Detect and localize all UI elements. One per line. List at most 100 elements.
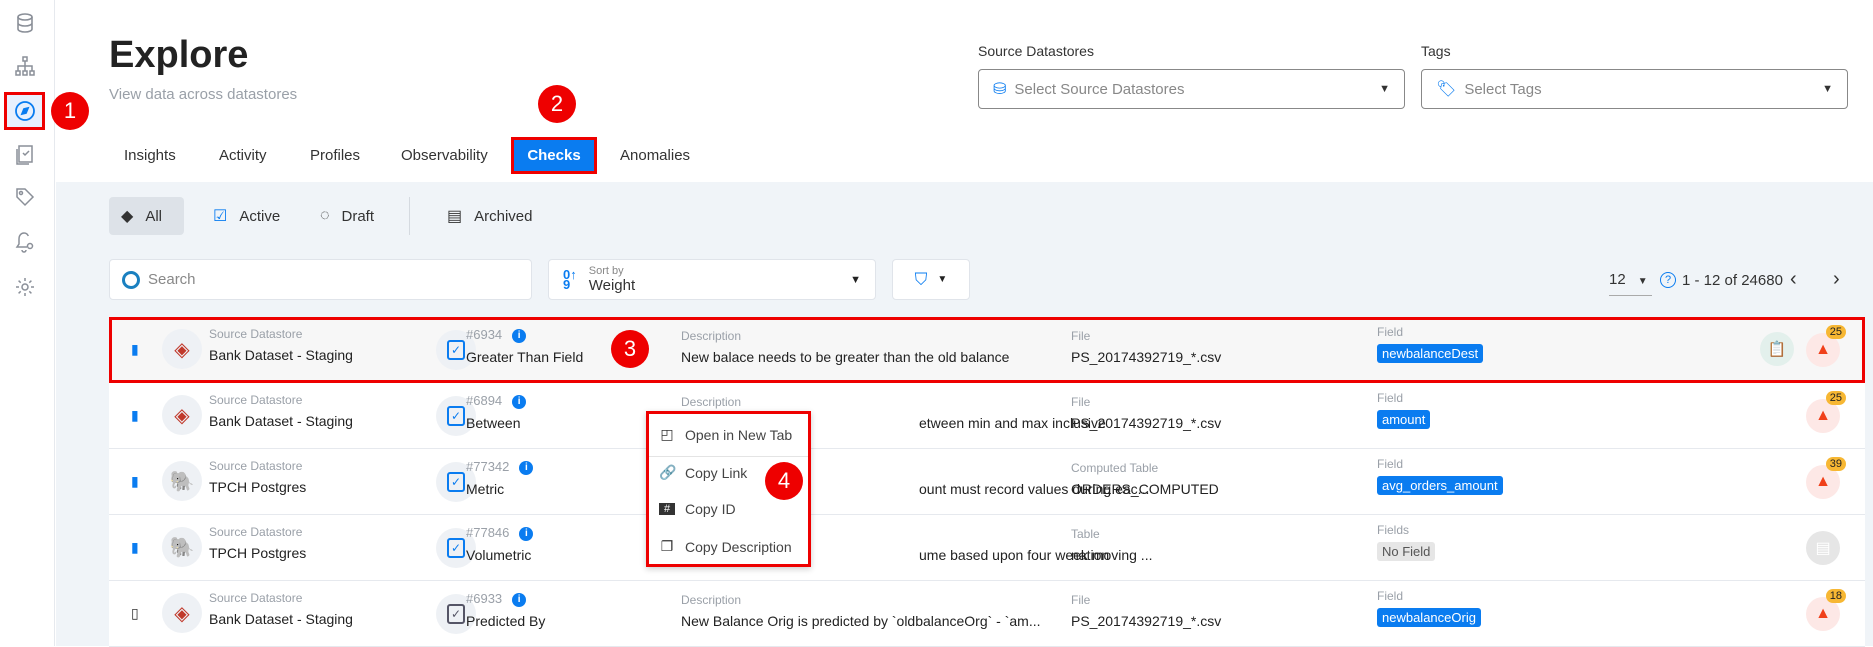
caret-down-icon: ▼ bbox=[1822, 83, 1833, 95]
gear-icon[interactable] bbox=[13, 275, 37, 299]
field-chip[interactable]: No Field bbox=[1377, 542, 1436, 561]
caret-down-icon: ▼ bbox=[1379, 83, 1390, 95]
prev-page-button[interactable]: ‹ bbox=[1790, 268, 1797, 291]
status-tab-active[interactable]: ☑ Active bbox=[201, 197, 292, 235]
bookmark-icon[interactable]: ▮ bbox=[131, 539, 139, 556]
hash-icon: # bbox=[659, 503, 675, 515]
filter-icon: ⛉ bbox=[914, 269, 928, 289]
menu-item-copy-link[interactable]: 🔗 Copy Link bbox=[659, 464, 747, 481]
field-cell: Field newbalanceOrig bbox=[1377, 589, 1481, 627]
bookmark-icon[interactable]: ▯ bbox=[131, 605, 139, 622]
check-name[interactable]: Metric bbox=[466, 481, 533, 497]
info-icon[interactable]: i bbox=[519, 460, 534, 475]
bookmark-icon[interactable]: ▮ bbox=[131, 473, 139, 490]
field-chip[interactable]: avg_orders_amount bbox=[1377, 476, 1503, 495]
bookmark-icon[interactable]: ▮ bbox=[131, 341, 139, 358]
menu-item-copy-id[interactable]: # Copy ID bbox=[659, 501, 736, 517]
annotation-badge-2: 2 bbox=[538, 85, 576, 123]
tab-anomalies[interactable]: Anomalies bbox=[620, 147, 690, 164]
search-input[interactable]: Search bbox=[109, 259, 532, 300]
description-value: New balace needs to be greater than the … bbox=[681, 349, 1010, 365]
check-cell: #6933 i Predicted By bbox=[466, 591, 545, 629]
info-icon[interactable]: i bbox=[519, 526, 534, 541]
sidebar-item-explore[interactable] bbox=[4, 92, 45, 130]
source-datastores-select[interactable]: ⛁ Select Source Datastores ▼ bbox=[978, 69, 1405, 109]
layers-icon: ◆ bbox=[121, 208, 134, 225]
menu-divider bbox=[649, 456, 808, 457]
field-cell: Field newbalanceDest bbox=[1377, 325, 1484, 363]
check-id: #6934 bbox=[466, 327, 503, 342]
source-cell: Source Datastore Bank Dataset - Staging bbox=[209, 591, 353, 627]
check-name[interactable]: Volumetric bbox=[466, 547, 533, 563]
location-cell: Computed Table ORDERS_COMPUTED bbox=[1071, 461, 1219, 497]
tags-select[interactable]: 🏷 Select Tags ▼ bbox=[1421, 69, 1848, 109]
location-label: File bbox=[1071, 593, 1091, 607]
next-page-button[interactable]: › bbox=[1833, 268, 1840, 291]
tag-icon[interactable] bbox=[13, 185, 37, 209]
tab-observability[interactable]: Observability bbox=[401, 147, 488, 164]
table-row[interactable]: ▯ ◈ Source Datastore Bank Dataset - Stagi… bbox=[109, 581, 1865, 647]
page-size-select[interactable]: 12 ▼ bbox=[1609, 271, 1652, 296]
location-cell: File PS_20174392719_*.csv bbox=[1071, 395, 1221, 431]
menu-item-label: Open in New Tab bbox=[685, 426, 793, 443]
source-label: Source Datastore bbox=[209, 393, 303, 407]
sidebar bbox=[0, 0, 55, 646]
check-name[interactable]: Greater Than Field bbox=[466, 349, 583, 365]
bell-settings-icon[interactable] bbox=[13, 230, 37, 254]
table-row[interactable]: ▮ 🐘 Source Datastore TPCH Postgres ✓ #778… bbox=[109, 515, 1865, 581]
info-icon[interactable]: i bbox=[512, 394, 527, 409]
anomaly-alert-icon[interactable]: ▲ 25 bbox=[1806, 325, 1846, 367]
search-placeholder: Search bbox=[148, 271, 196, 288]
page-subtitle: View data across datastores bbox=[109, 86, 298, 103]
status-tab-all[interactable]: ◆ All bbox=[109, 197, 184, 235]
check-id: #6933 bbox=[466, 591, 503, 606]
clipboard-check-icon[interactable] bbox=[13, 142, 37, 166]
description-label: Description bbox=[681, 329, 742, 343]
tab-activity[interactable]: Activity bbox=[219, 147, 267, 164]
sort-select[interactable]: 0↑ 9 Sort by Weight ▼ bbox=[548, 259, 876, 300]
filter-button[interactable]: ⛉ ▼ bbox=[892, 259, 970, 300]
anomaly-alert-icon[interactable]: ▲ 18 bbox=[1806, 589, 1846, 631]
tab-checks[interactable]: Checks bbox=[511, 137, 597, 174]
location-value: nation bbox=[1071, 547, 1110, 563]
hierarchy-icon[interactable] bbox=[13, 54, 37, 78]
caret-down-icon: ▼ bbox=[850, 273, 861, 286]
source-value[interactable]: Bank Dataset - Staging bbox=[209, 347, 353, 363]
table-row[interactable]: ▮ ◈ Source Datastore Bank Dataset - Stagi… bbox=[109, 317, 1865, 383]
menu-item-copy-description[interactable]: ❐ Copy Description bbox=[659, 538, 792, 555]
status-tab-archived[interactable]: ▤ Archived bbox=[435, 197, 544, 235]
check-name[interactable]: Between bbox=[466, 415, 526, 431]
database-icon[interactable] bbox=[13, 11, 37, 35]
anomaly-alert-icon[interactable]: ▲ 25 bbox=[1806, 391, 1846, 433]
source-value[interactable]: TPCH Postgres bbox=[209, 479, 306, 495]
info-icon[interactable]: i bbox=[512, 592, 527, 607]
anomaly-alert-icon[interactable]: ▲ 39 bbox=[1806, 457, 1846, 499]
field-label: Field bbox=[1377, 325, 1404, 339]
source-value[interactable]: Bank Dataset - Staging bbox=[209, 413, 353, 429]
field-chip[interactable]: amount bbox=[1377, 410, 1431, 429]
tab-profiles[interactable]: Profiles bbox=[310, 147, 360, 164]
status-tab-draft[interactable]: ◌ Draft bbox=[308, 197, 386, 235]
menu-item-label: Copy ID bbox=[685, 501, 736, 517]
check-cell: #6934 i Greater Than Field bbox=[466, 327, 583, 365]
table-row[interactable]: ▮ ◈ Source Datastore Bank Dataset - Stagi… bbox=[109, 383, 1865, 449]
location-cell: Table nation bbox=[1071, 527, 1109, 563]
table-row[interactable]: ▮ 🐘 Source Datastore TPCH Postgres ✓ #773… bbox=[109, 449, 1865, 515]
caret-down-icon: ▼ bbox=[1637, 276, 1648, 287]
clipboard-check-icon[interactable]: 📋 bbox=[1760, 332, 1794, 366]
divider bbox=[409, 197, 410, 235]
source-cell: Source Datastore TPCH Postgres bbox=[209, 459, 306, 495]
tags-label: Tags bbox=[1421, 43, 1451, 59]
tab-insights[interactable]: Insights bbox=[124, 147, 176, 164]
field-chip[interactable]: newbalanceOrig bbox=[1377, 608, 1481, 627]
anomaly-count-badge: 18 bbox=[1825, 589, 1846, 603]
check-name[interactable]: Predicted By bbox=[466, 613, 545, 629]
help-icon[interactable]: ? bbox=[1660, 272, 1676, 288]
info-icon[interactable]: i bbox=[512, 328, 527, 343]
bookmark-icon[interactable]: ▮ bbox=[131, 407, 139, 424]
source-value[interactable]: TPCH Postgres bbox=[209, 545, 306, 561]
menu-item-open-new-tab[interactable]: ◰ Open in New Tab bbox=[659, 426, 792, 443]
source-value[interactable]: Bank Dataset - Staging bbox=[209, 611, 353, 627]
field-chip[interactable]: newbalanceDest bbox=[1377, 344, 1484, 363]
tag-icon: 🏷 bbox=[1436, 81, 1457, 98]
